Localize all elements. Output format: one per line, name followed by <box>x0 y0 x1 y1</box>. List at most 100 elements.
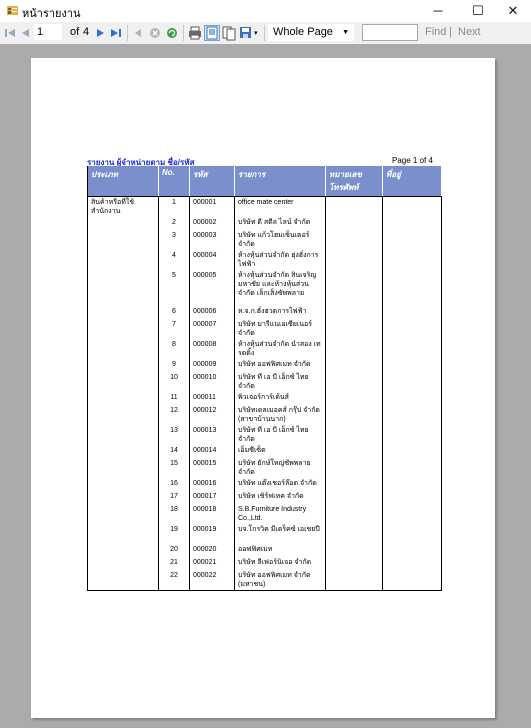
row-phone <box>325 196 383 217</box>
row-number: 2 <box>158 217 190 230</box>
row-category <box>87 570 159 591</box>
row-code: 000001 <box>189 196 235 217</box>
close-button[interactable]: ✕ <box>495 0 531 22</box>
table-row: 6 000006 ห.จ.ก.ฮั่งฮวดการไฟฟ้า <box>87 306 442 319</box>
export-dropdown-arrow[interactable]: ▾ <box>254 29 258 37</box>
page-number: Page 1 of 4 <box>392 156 433 165</box>
row-number: 11 <box>158 392 190 405</box>
row-category <box>87 339 159 359</box>
row-category <box>87 425 159 445</box>
print-layout-button[interactable] <box>204 25 220 41</box>
row-phone <box>325 524 383 544</box>
first-page-icon[interactable] <box>4 27 16 39</box>
row-address <box>382 339 442 359</box>
last-page-icon[interactable] <box>110 27 122 39</box>
row-category <box>87 557 159 570</box>
row-name: office mate center <box>234 196 326 217</box>
row-code: 000007 <box>189 319 235 339</box>
table-row: 17 000017 บริษัท เชิร์ฟเทค จำกัด <box>87 491 442 504</box>
refresh-icon[interactable] <box>166 27 178 39</box>
row-category <box>87 504 159 524</box>
row-address <box>382 504 442 524</box>
row-number: 22 <box>158 570 190 591</box>
row-name: บริษัทเดลเมอคส์ กรุ๊ป จำกัด (สาขาบ้านนาก… <box>234 405 326 425</box>
window-title: หน้ารายงาน <box>22 8 81 20</box>
title-bar: หน้ารายงาน ─ ☐ ✕ <box>0 0 531 23</box>
row-address <box>382 359 442 372</box>
print-layout-icon <box>206 26 218 40</box>
row-name: บริษัท มารีแนเอเซียเนอร์ จำกัด <box>234 319 326 339</box>
find-link[interactable]: Find <box>425 26 446 38</box>
table-row: 2 000002 บริษัท ดี สตีล ไลน์ จำกัด <box>87 217 442 230</box>
row-address <box>382 270 442 306</box>
table-row: 3 000003 บริษัท แก้วโฮมเซ็นเตอร์ จำกัด <box>87 230 442 250</box>
row-category <box>87 478 159 491</box>
next-page-icon[interactable] <box>94 27 106 39</box>
row-code: 000021 <box>189 557 235 570</box>
row-address <box>382 196 442 217</box>
row-phone <box>325 458 383 478</box>
find-input[interactable] <box>362 24 418 41</box>
row-phone <box>325 504 383 524</box>
row-code: 000015 <box>189 458 235 478</box>
row-address <box>382 230 442 250</box>
previous-page-icon[interactable] <box>20 27 32 39</box>
row-category <box>87 372 159 392</box>
table-row: 16 000016 บริษัท แต๊งเชอร์ล๊อต จำกัด <box>87 478 442 491</box>
print-icon[interactable] <box>188 25 202 41</box>
export-icon[interactable] <box>239 25 253 41</box>
row-name: บริษัท ที เอ บี เอ็กซ์ ไทย จำกัด <box>234 425 326 445</box>
row-category <box>87 405 159 425</box>
row-address <box>382 250 442 270</box>
row-number: 9 <box>158 359 190 372</box>
stop-icon[interactable] <box>149 27 161 39</box>
row-code: 000008 <box>189 339 235 359</box>
row-address <box>382 570 442 591</box>
back-icon[interactable] <box>133 27 145 39</box>
next-link[interactable]: Next <box>458 26 481 38</box>
row-name: ห้างหุ้นส่วนจำกัด นำสอง เทรดดิ้ง <box>234 339 326 359</box>
row-category <box>87 458 159 478</box>
row-number: 14 <box>158 445 190 458</box>
report-viewer[interactable]: รายงาน ผู้จำหน่ายตาม ชื่อ/รหัส Page 1 of… <box>0 44 531 728</box>
row-category <box>87 392 159 405</box>
row-category <box>87 319 159 339</box>
table-row: 12 000012 บริษัทเดลเมอคส์ กรุ๊ป จำกัด (สาข… <box>87 405 442 425</box>
row-name: บริษัท ออฟฟิศเมท จำกัด <box>234 359 326 372</box>
zoom-select[interactable]: Whole Page ▼ <box>268 24 354 41</box>
row-phone <box>325 270 383 306</box>
row-code: 000017 <box>189 491 235 504</box>
row-name: บริษัท แต๊งเชอร์ล๊อต จำกัด <box>234 478 326 491</box>
report-page: รายงาน ผู้จำหน่ายตาม ชื่อ/รหัส Page 1 of… <box>31 58 495 718</box>
row-number: 18 <box>158 504 190 524</box>
page-setup-icon[interactable] <box>222 25 236 41</box>
table-row: 4 000004 ห้างหุ้นส่วนจำกัด ฮุ่งฮั่งการไฟฟ้… <box>87 250 442 270</box>
row-code: 000016 <box>189 478 235 491</box>
maximize-button[interactable]: ☐ <box>460 0 496 22</box>
row-code: 000005 <box>189 270 235 306</box>
row-category <box>87 359 159 372</box>
table-row: สินค้าหรือที่ใช้สำนักงาน 1 000001 office ma… <box>87 196 442 217</box>
row-name: บริษัท แก้วโฮมเซ็นเตอร์ จำกัด <box>234 230 326 250</box>
row-code: 000012 <box>189 405 235 425</box>
column-header-type: ประเภท <box>87 166 159 197</box>
row-address <box>382 425 442 445</box>
row-phone <box>325 557 383 570</box>
minimize-button[interactable]: ─ <box>420 0 456 22</box>
row-number: 17 <box>158 491 190 504</box>
row-phone <box>325 544 383 557</box>
row-code: 000018 <box>189 504 235 524</box>
find-separator: | <box>449 26 452 38</box>
row-phone <box>325 392 383 405</box>
row-name: ออฟฟิศเมท <box>234 544 326 557</box>
row-number: 6 <box>158 306 190 319</box>
table-row: 18 000018 S.B.Furniture Industry Co.,Ltd. <box>87 504 442 524</box>
table-row: 20 000020 ออฟฟิศเมท <box>87 544 442 557</box>
row-name: บริษัท ดี สตีล ไลน์ จำกัด <box>234 217 326 230</box>
row-phone <box>325 339 383 359</box>
row-code: 000010 <box>189 372 235 392</box>
row-address <box>382 372 442 392</box>
current-page-input[interactable]: 1 <box>34 24 62 40</box>
row-address <box>382 306 442 319</box>
row-name: บจ.โกรวิค มีเดร็คซ์ เอเชยปี <box>234 524 326 544</box>
